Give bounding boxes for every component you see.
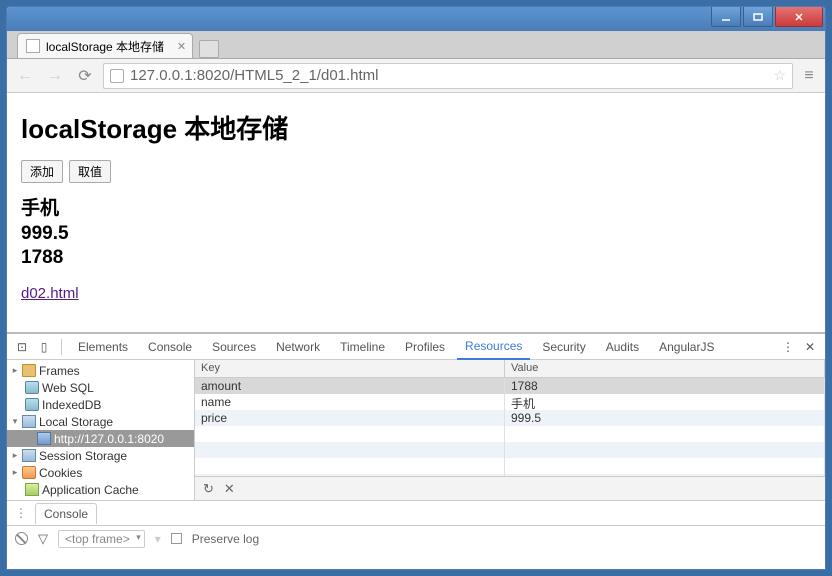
tab-timeline[interactable]: Timeline (332, 334, 393, 360)
cookie-icon (22, 466, 36, 479)
table-row[interactable]: amount1788 (195, 378, 825, 394)
tree-sessionstorage[interactable]: ▸Session Storage (7, 447, 194, 464)
storage-icon (22, 449, 36, 462)
appcache-icon (25, 483, 39, 496)
tab-close-icon[interactable]: ✕ (177, 40, 186, 53)
devtools-inspect-icon[interactable]: ⊡ (13, 340, 31, 354)
console-clear-icon[interactable] (15, 532, 28, 545)
column-value[interactable]: Value (505, 360, 825, 377)
tab-angularjs[interactable]: AngularJS (651, 334, 722, 360)
address-bar[interactable]: ☆ (103, 63, 793, 89)
page-heading: localStorage 本地存储 (21, 109, 811, 146)
cell-value: 1788 (505, 378, 825, 394)
tab-elements[interactable]: Elements (70, 334, 136, 360)
tab-network[interactable]: Network (268, 334, 328, 360)
tree-localstorage[interactable]: ▾Local Storage (7, 413, 194, 430)
window-minimize-button[interactable] (711, 7, 741, 27)
cell-key (195, 426, 505, 442)
tree-indexeddb[interactable]: IndexedDB (7, 396, 194, 413)
tab-profiles[interactable]: Profiles (397, 334, 453, 360)
database-icon (25, 381, 39, 394)
tree-websql[interactable]: Web SQL (7, 379, 194, 396)
devtools-close-icon[interactable]: ✕ (801, 340, 819, 354)
url-input[interactable] (130, 67, 767, 84)
value-price: 999.5 (21, 222, 811, 247)
table-row[interactable] (195, 458, 825, 474)
preserve-log-label: Preserve log (192, 532, 259, 546)
devtools-more-icon[interactable]: ⋮ (779, 340, 797, 354)
get-button[interactable]: 取值 (69, 160, 111, 183)
value-name: 手机 (21, 197, 811, 222)
column-key[interactable]: Key (195, 360, 505, 377)
tab-title: localStorage 本地存储 (46, 38, 164, 55)
tab-sources[interactable]: Sources (204, 334, 264, 360)
cell-key: amount (195, 378, 505, 394)
cell-value: 手机 (505, 394, 825, 410)
cell-key (195, 442, 505, 458)
grid-refresh-icon[interactable]: ↻ (203, 481, 214, 497)
table-row[interactable]: price999.5 (195, 410, 825, 426)
console-filter-icon[interactable]: ▽ (38, 531, 48, 547)
d02-link[interactable]: d02.html (21, 285, 79, 302)
cell-key: price (195, 410, 505, 426)
folder-icon (22, 364, 36, 377)
browser-tab[interactable]: localStorage 本地存储 ✕ (17, 33, 193, 58)
table-row[interactable] (195, 426, 825, 442)
preserve-log-checkbox[interactable] (171, 533, 182, 544)
add-button[interactable]: 添加 (21, 160, 63, 183)
table-row[interactable]: name手机 (195, 394, 825, 410)
tree-frames[interactable]: ▸Frames (7, 362, 194, 379)
drawer-handle-icon[interactable]: ⋮ (15, 506, 27, 520)
window-maximize-button[interactable] (743, 7, 773, 27)
nav-back-button[interactable]: ← (13, 64, 37, 88)
database-icon (25, 398, 39, 411)
table-row[interactable] (195, 442, 825, 458)
favicon-icon (26, 39, 40, 53)
cell-value (505, 426, 825, 442)
nav-reload-button[interactable]: ⟳ (73, 64, 97, 88)
site-info-icon[interactable] (110, 69, 124, 83)
new-tab-button[interactable] (199, 40, 219, 58)
tree-origin[interactable]: http://127.0.0.1:8020 (7, 430, 194, 447)
cell-value (505, 442, 825, 458)
tree-appcache[interactable]: Application Cache (7, 481, 194, 498)
cell-value (505, 458, 825, 474)
storage-icon (22, 415, 36, 428)
browser-menu-button[interactable]: ≡ (799, 67, 819, 85)
devtools-device-icon[interactable]: ▯ (35, 340, 53, 354)
bookmark-star-icon[interactable]: ☆ (773, 67, 786, 84)
drawer-tab-console[interactable]: Console (35, 503, 97, 524)
tab-security[interactable]: Security (534, 334, 593, 360)
origin-icon (37, 432, 51, 445)
tab-resources[interactable]: Resources (457, 334, 530, 360)
cell-key (195, 458, 505, 474)
tree-cookies[interactable]: ▸Cookies (7, 464, 194, 481)
value-amount: 1788 (21, 246, 811, 271)
grid-delete-icon[interactable]: ✕ (224, 481, 235, 497)
console-frame-select[interactable]: <top frame> (58, 530, 145, 548)
cell-value: 999.5 (505, 410, 825, 426)
tab-console[interactable]: Console (140, 334, 200, 360)
window-close-button[interactable] (775, 7, 823, 27)
nav-forward-button[interactable]: → (43, 64, 67, 88)
cell-key: name (195, 394, 505, 410)
tab-audits[interactable]: Audits (598, 334, 647, 360)
